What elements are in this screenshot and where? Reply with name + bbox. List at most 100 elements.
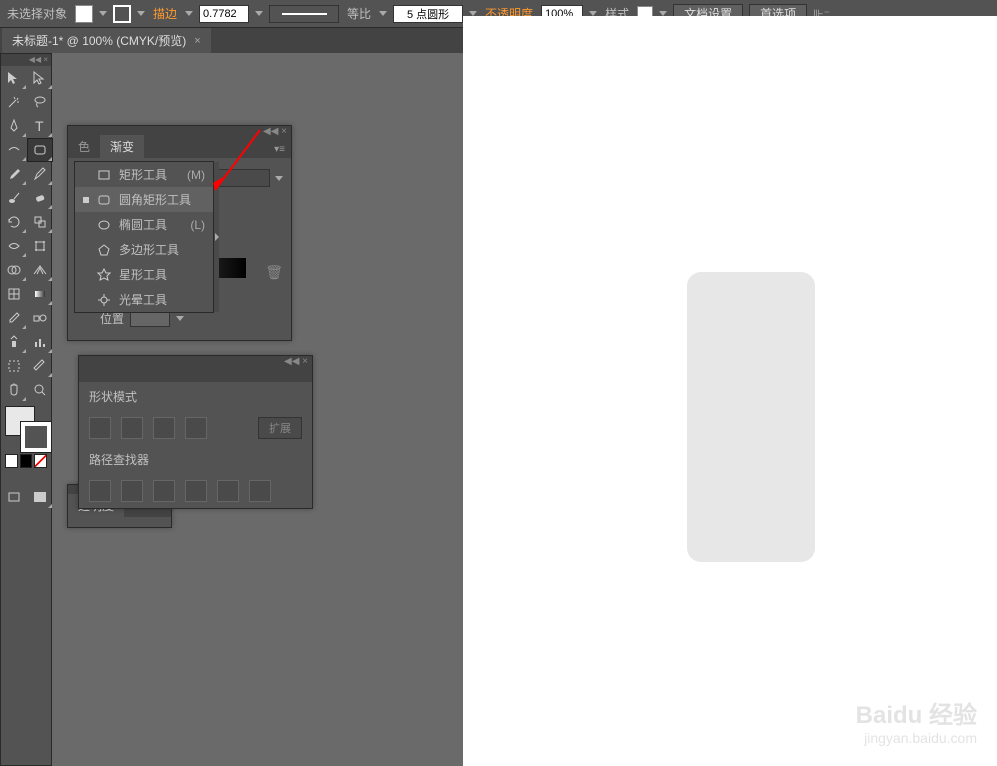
gradient-tool[interactable] <box>27 282 53 306</box>
flare-icon <box>97 293 111 307</box>
shape-mode-label: 形状模式 <box>89 388 149 405</box>
mini-swatches <box>1 452 51 470</box>
rounded-rectangle-icon <box>97 193 111 207</box>
free-transform-tool[interactable] <box>27 234 53 258</box>
stroke-weight-input[interactable] <box>199 5 249 23</box>
swatch-none[interactable] <box>34 454 47 468</box>
document-tab[interactable]: 未标题-1* @ 100% (CMYK/预览) × <box>2 28 211 53</box>
position-field-dd[interactable] <box>176 316 184 321</box>
flyout-ellipse[interactable]: 椭圆工具 (L) <box>75 212 213 237</box>
flyout-polygon[interactable]: 多边形工具 <box>75 237 213 262</box>
flyout-label: 光晕工具 <box>119 291 167 308</box>
toolbox: ◀◀ × T <box>0 53 52 766</box>
stroke-style-selector[interactable] <box>269 5 339 23</box>
rotate-tool[interactable] <box>1 210 27 234</box>
corner-input[interactable] <box>393 5 463 23</box>
color-control <box>1 402 51 452</box>
minus-back-icon[interactable] <box>249 480 271 502</box>
polygon-icon <box>97 243 111 257</box>
stroke-color-box[interactable] <box>21 422 51 452</box>
ratio-dd-icon[interactable] <box>379 11 387 16</box>
flyout-star[interactable]: 星形工具 <box>75 262 213 287</box>
stroke-weight-down-icon[interactable] <box>185 11 193 16</box>
flyout-shortcut: (L) <box>190 218 205 232</box>
swatch-black[interactable] <box>20 454 33 468</box>
selection-tool[interactable] <box>1 66 27 90</box>
color-tab[interactable]: 色 <box>68 135 100 158</box>
magic-wand-tool[interactable] <box>1 90 27 114</box>
mesh-tool[interactable] <box>1 282 27 306</box>
crop-icon[interactable] <box>185 480 207 502</box>
unite-icon[interactable] <box>89 417 111 439</box>
svg-text:T: T <box>35 118 44 134</box>
pathfinder-collapse[interactable]: ◀◀ × <box>79 356 312 368</box>
scale-tool[interactable] <box>27 210 53 234</box>
rectangle-tool[interactable] <box>27 138 53 162</box>
tool-grid: T <box>1 66 51 402</box>
pen-tool[interactable] <box>1 114 27 138</box>
flyout-label: 圆角矩形工具 <box>119 191 191 208</box>
flyout-tearoff-handle[interactable] <box>213 162 219 312</box>
expand-button[interactable]: 扩展 <box>258 417 302 439</box>
intersect-icon[interactable] <box>153 417 175 439</box>
trash-icon[interactable]: 🗑 <box>265 264 283 281</box>
stroke-label[interactable]: 描边 <box>151 5 179 22</box>
blend-tool[interactable] <box>27 306 53 330</box>
flyout-shortcut: (M) <box>187 168 205 182</box>
pathfinder-panel: ◀◀ × 形状模式 扩展 路径查找器 <box>78 355 313 509</box>
flyout-flare[interactable]: 光晕工具 <box>75 287 213 312</box>
blob-brush-tool[interactable] <box>1 186 27 210</box>
minus-front-icon[interactable] <box>121 417 143 439</box>
type-tool[interactable]: T <box>27 114 53 138</box>
width-tool[interactable] <box>1 234 27 258</box>
paintbrush-tool[interactable] <box>1 162 27 186</box>
column-graph-tool[interactable] <box>27 330 53 354</box>
shape-tool-flyout: 矩形工具 (M) 圆角矩形工具 椭圆工具 (L) 多边形工具 星形工具 光晕工具 <box>74 161 214 313</box>
exclude-icon[interactable] <box>185 417 207 439</box>
trim-icon[interactable] <box>121 480 143 502</box>
selected-marker-icon <box>83 197 89 203</box>
lasso-tool[interactable] <box>27 90 53 114</box>
artboard-tool[interactable] <box>1 354 27 378</box>
close-tab-icon[interactable]: × <box>194 35 200 47</box>
fill-swatch[interactable] <box>75 5 93 23</box>
hand-tool[interactable] <box>1 378 27 402</box>
gradient-type-dd-icon[interactable] <box>275 176 283 181</box>
document-tab-title: 未标题-1* @ 100% (CMYK/预览) <box>12 32 186 49</box>
stroke-line-preview <box>282 13 327 15</box>
flyout-rounded-rectangle[interactable]: 圆角矩形工具 <box>75 187 213 212</box>
star-icon <box>97 268 111 282</box>
eyedropper-tool[interactable] <box>1 306 27 330</box>
shape-builder-tool[interactable] <box>1 258 27 282</box>
flyout-label: 多边形工具 <box>119 241 179 258</box>
screen-mode-normal[interactable] <box>1 485 27 509</box>
rounded-rectangle-shape[interactable] <box>687 272 815 562</box>
ellipse-icon <box>97 218 111 232</box>
pathfinder-label: 路径查找器 <box>89 451 149 468</box>
stroke-dropdown-icon[interactable] <box>137 11 145 16</box>
flyout-rectangle[interactable]: 矩形工具 (M) <box>75 162 213 187</box>
outline-icon[interactable] <box>217 480 239 502</box>
symbol-sprayer-tool[interactable] <box>1 330 27 354</box>
stroke-weight-dd-icon[interactable] <box>255 11 263 16</box>
rectangle-icon <box>97 168 111 182</box>
no-selection-label: 未选择对象 <box>5 5 69 22</box>
gradient-tab[interactable]: 渐变 <box>100 135 144 158</box>
pencil-tool[interactable] <box>27 162 53 186</box>
merge-icon[interactable] <box>153 480 175 502</box>
perspective-grid-tool[interactable] <box>27 258 53 282</box>
eraser-tool[interactable] <box>27 186 53 210</box>
line-tool[interactable] <box>1 138 27 162</box>
fill-dropdown-icon[interactable] <box>99 11 107 16</box>
flyout-label: 椭圆工具 <box>119 216 167 233</box>
divide-icon[interactable] <box>89 480 111 502</box>
swatch-color[interactable] <box>5 454 18 468</box>
stroke-swatch[interactable] <box>113 5 131 23</box>
direct-selection-tool[interactable] <box>27 66 53 90</box>
slice-tool[interactable] <box>27 354 53 378</box>
screen-mode-full[interactable] <box>27 485 53 509</box>
ratio-label: 等比 <box>345 5 373 22</box>
panel-menu-icon[interactable]: ▾≡ <box>268 141 291 158</box>
zoom-tool[interactable] <box>27 378 53 402</box>
toolbox-header[interactable]: ◀◀ × <box>1 54 51 66</box>
